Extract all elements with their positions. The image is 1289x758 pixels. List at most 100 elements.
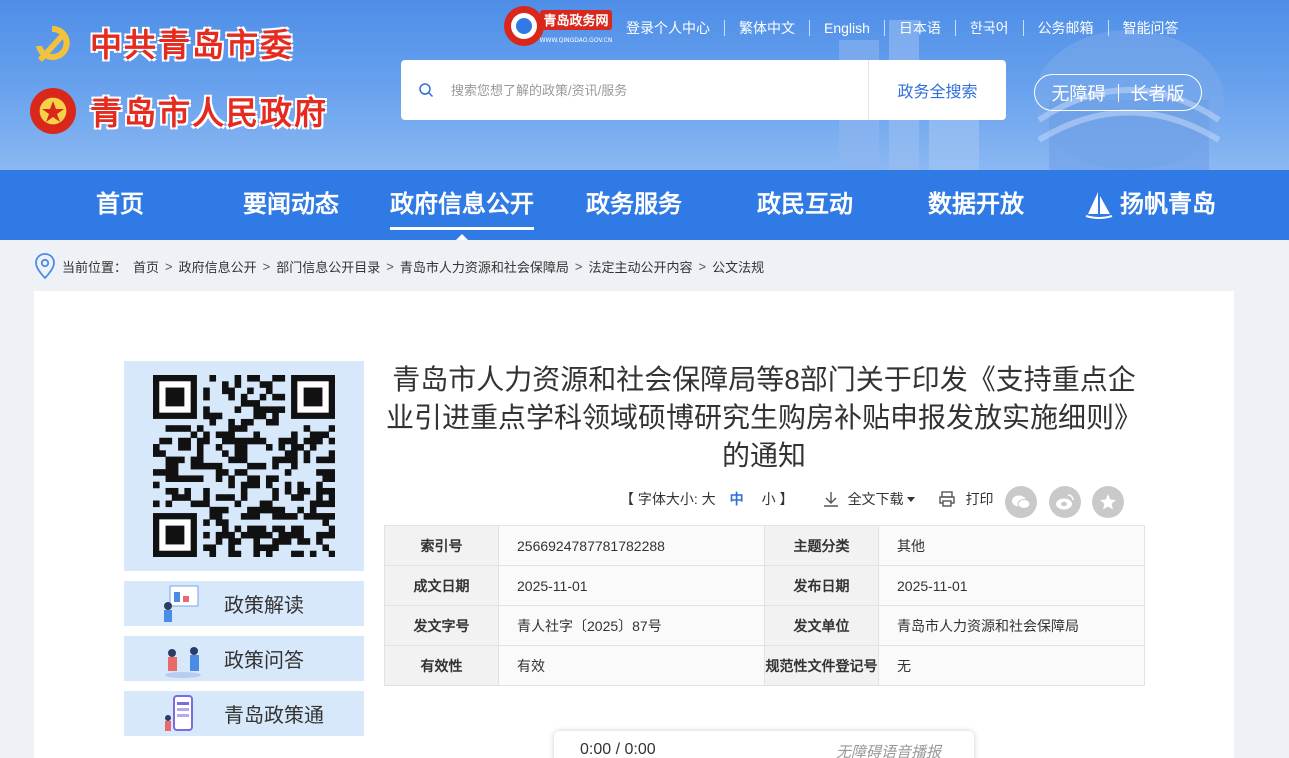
- breadcrumb-hrss[interactable]: 青岛市人力资源和社会保障局: [400, 257, 569, 276]
- meta-value: 无: [878, 645, 1145, 686]
- party-logo[interactable]: 中共青岛市委: [30, 20, 294, 66]
- search-button[interactable]: 政务全搜索: [868, 60, 1006, 120]
- location-pin-icon: [35, 253, 55, 279]
- national-emblem-icon: [30, 88, 76, 134]
- table-row: 成文日期 2025-11-01 发布日期 2025-11-01: [384, 565, 1145, 606]
- table-row: 有效性 有效 规范性文件登记号 无: [384, 645, 1145, 686]
- policy-interpretation-label: 政策解读: [224, 595, 304, 617]
- wechat-share-button[interactable]: [1005, 486, 1037, 518]
- meta-key: 发文字号: [384, 605, 499, 646]
- meta-value: 其他: [878, 525, 1145, 566]
- meta-key: 主题分类: [764, 525, 879, 566]
- audio-time: 0:00 / 0:00: [580, 741, 656, 758]
- nav-yangfan[interactable]: 扬帆青岛: [1082, 170, 1218, 240]
- meta-key: 发布日期: [764, 565, 879, 606]
- nav-home[interactable]: 首页: [96, 170, 144, 240]
- site-badge-title: 青岛政务网: [543, 13, 608, 29]
- nav-news[interactable]: 要闻动态: [242, 170, 340, 240]
- search-bar: 政务全搜索: [401, 60, 1006, 120]
- breadcrumb-sep: >: [165, 258, 173, 274]
- gov-logo[interactable]: 青岛市人民政府: [30, 88, 328, 134]
- sail-icon: [1085, 192, 1113, 219]
- policy-qa-icon: [158, 639, 208, 679]
- japanese-link[interactable]: 日本语: [883, 20, 955, 36]
- qingdao-gov-badge[interactable]: 青岛政务网 WWW.QINGDAO.GOV.CN: [502, 4, 614, 48]
- meta-key: 成文日期: [384, 565, 499, 606]
- policy-interpretation-icon: [158, 584, 208, 624]
- download-button[interactable]: 全文下载: [822, 489, 916, 509]
- breadcrumb-gov-info[interactable]: 政府信息公开: [179, 257, 257, 276]
- qingdao-policy-pass-label: 青岛政策通: [224, 705, 324, 727]
- breadcrumb-sep: >: [262, 258, 271, 274]
- english-link[interactable]: English: [809, 20, 884, 36]
- search-icon: [401, 82, 451, 98]
- download-icon: [823, 492, 838, 507]
- content-panel: 政策解读 政策问答 青岛政策通 青岛市人力资源和社会保障局等8部门关于印发《支持…: [34, 291, 1234, 758]
- qr-code-icon: [153, 375, 335, 557]
- policy-qa-button[interactable]: 政策问答: [124, 636, 364, 681]
- meta-key: 有效性: [384, 645, 499, 686]
- breadcrumb-statutory[interactable]: 法定主动公开内容: [588, 257, 692, 276]
- table-row: 发文字号 青人社字〔2025〕87号 发文单位 青岛市人力资源和社会保障局: [384, 605, 1145, 646]
- nav-yangfan-label: 扬帆青岛: [1120, 191, 1216, 218]
- smart-qa-link[interactable]: 智能问答: [1107, 20, 1193, 36]
- qr-code-box: [124, 361, 364, 571]
- nav-open-data[interactable]: 数据开放: [927, 170, 1025, 240]
- print-button[interactable]: 打印: [938, 489, 994, 509]
- party-emblem-icon: [30, 20, 76, 66]
- meta-value: 青人社字〔2025〕87号: [498, 605, 765, 646]
- party-logo-text: 中共青岛市委: [90, 26, 295, 64]
- traditional-chinese-link[interactable]: 繁体中文: [724, 20, 809, 36]
- article-tools: 【 字体大小: 大 中 小 】 全文下载 打印: [620, 489, 994, 509]
- caret-down-icon: [906, 497, 915, 502]
- font-size-small[interactable]: 小 】: [762, 489, 794, 509]
- breadcrumb-sep: >: [574, 258, 583, 274]
- breadcrumb-docs[interactable]: 公文法规: [712, 257, 764, 276]
- breadcrumb: 当前位置： 首页 > 政府信息公开 > 部门信息公开目录 > 青岛市人力资源和社…: [34, 252, 764, 280]
- qingdao-policy-pass-icon: [158, 694, 208, 734]
- search-input[interactable]: [451, 70, 868, 110]
- wechat-icon: [1012, 495, 1031, 509]
- favorite-icon: [1100, 494, 1116, 510]
- korean-link[interactable]: 한국어: [954, 20, 1023, 36]
- favorite-button[interactable]: [1092, 486, 1124, 518]
- breadcrumb-label: 当前位置：: [62, 259, 128, 275]
- nav-interaction[interactable]: 政民互动: [756, 170, 854, 240]
- breadcrumb-home[interactable]: 首页: [133, 257, 159, 276]
- breadcrumb-sep: >: [386, 258, 394, 274]
- access-toggle: 无障碍 长者版: [1034, 74, 1202, 111]
- meta-value: 2566924787781782288: [498, 525, 765, 566]
- print-label: 打印: [965, 491, 994, 507]
- table-row: 索引号 2566924787781782288 主题分类 其他: [384, 525, 1145, 566]
- tts-label[interactable]: 无障碍语音播报: [836, 741, 941, 758]
- policy-interpretation-button[interactable]: 政策解读: [124, 581, 364, 626]
- audio-player[interactable]: 0:00 / 0:00 无障碍语音播报: [554, 731, 974, 758]
- qingdao-policy-pass-button[interactable]: 青岛政策通: [124, 691, 364, 736]
- policy-qa-label: 政策问答: [224, 650, 304, 672]
- nav-services[interactable]: 政务服务: [585, 170, 683, 240]
- official-mail-link[interactable]: 公务邮箱: [1022, 20, 1108, 36]
- meta-value: 2025-11-01: [878, 565, 1145, 606]
- font-size-label[interactable]: 【 字体大小: 大: [620, 489, 716, 509]
- gov-logo-text: 青岛市人民政府: [90, 94, 329, 132]
- document-meta-table: 索引号 2566924787781782288 主题分类 其他 成文日期 202…: [384, 525, 1145, 686]
- top-links: 登录个人中心 繁体中文 English 日本语 한국어 公务邮箱 智能问答: [626, 20, 1193, 36]
- login-link[interactable]: 登录个人中心: [626, 20, 724, 36]
- meta-key: 规范性文件登记号: [764, 645, 879, 686]
- elder-mode-button[interactable]: 长者版: [1119, 80, 1197, 106]
- weibo-icon: [1056, 494, 1074, 510]
- site-header: 中共青岛市委 青岛市人民政府 青岛政务网 WWW.QINGDAO.GOV.CN …: [0, 0, 1289, 170]
- breadcrumb-sep: >: [698, 258, 707, 274]
- meta-value: 青岛市人力资源和社会保障局: [878, 605, 1145, 646]
- nav-gov-info[interactable]: 政府信息公开: [390, 170, 534, 240]
- meta-value: 2025-11-01: [498, 565, 765, 606]
- weibo-share-button[interactable]: [1049, 486, 1081, 518]
- meta-key: 发文单位: [764, 605, 879, 646]
- breadcrumb-dept-catalog[interactable]: 部门信息公开目录: [276, 257, 380, 276]
- barrier-free-button[interactable]: 无障碍: [1040, 80, 1118, 106]
- meta-key: 索引号: [384, 525, 499, 566]
- font-size-medium[interactable]: 中: [730, 489, 744, 509]
- main-nav: 首页 要闻动态 政府信息公开 政务服务 政民互动 数据开放 扬帆青岛: [0, 170, 1289, 240]
- article-title: 青岛市人力资源和社会保障局等8部门关于印发《支持重点企业引进重点学科领域硕博研究…: [385, 364, 1142, 471]
- print-icon: [938, 491, 955, 507]
